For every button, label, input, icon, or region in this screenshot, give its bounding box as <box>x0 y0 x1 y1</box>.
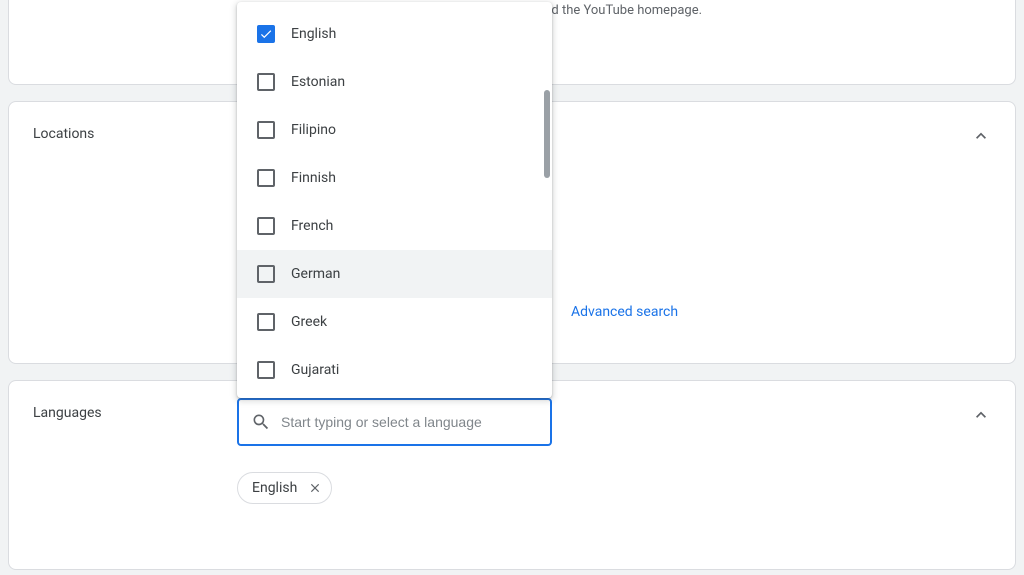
close-icon <box>308 481 322 495</box>
language-option[interactable]: English <box>237 10 552 58</box>
language-option-checkbox[interactable] <box>257 313 275 331</box>
language-option-checkbox[interactable] <box>257 169 275 187</box>
language-option-label: English <box>291 26 336 42</box>
language-option-label: German <box>291 266 340 282</box>
collapse-locations-button[interactable] <box>969 124 993 148</box>
language-option-label: Estonian <box>291 74 345 90</box>
language-option[interactable]: Gujarati <box>237 346 552 394</box>
language-option-list[interactable]: English Estonian Filipino Finnish French Germ… <box>237 2 552 398</box>
language-option[interactable]: Greek <box>237 298 552 346</box>
language-option[interactable]: Estonian <box>237 58 552 106</box>
chevron-up-icon <box>971 405 991 425</box>
language-option-label: French <box>291 218 333 234</box>
language-option-checkbox[interactable] <box>257 25 275 43</box>
language-option-checkbox[interactable] <box>257 217 275 235</box>
language-option[interactable]: French <box>237 202 552 250</box>
search-icon <box>251 412 271 432</box>
language-option[interactable]: Filipino <box>237 106 552 154</box>
language-search-field[interactable] <box>237 398 552 446</box>
language-option[interactable]: German <box>237 250 552 298</box>
selected-language-chip[interactable]: English <box>237 472 332 504</box>
language-search-input[interactable] <box>281 414 538 430</box>
scrollbar-thumb[interactable] <box>544 90 550 178</box>
advanced-search-link[interactable]: Advanced search <box>571 304 678 320</box>
language-option-label: Filipino <box>291 122 336 138</box>
language-option-checkbox[interactable] <box>257 265 275 283</box>
chip-label: English <box>252 480 297 496</box>
chevron-up-icon <box>971 126 991 146</box>
language-option-checkbox[interactable] <box>257 361 275 379</box>
collapse-languages-button[interactable] <box>969 403 993 427</box>
language-dropdown: English Estonian Filipino Finnish French Germ… <box>237 2 552 398</box>
language-option-checkbox[interactable] <box>257 121 275 139</box>
chip-remove-button[interactable] <box>305 478 325 498</box>
language-option-checkbox[interactable] <box>257 73 275 91</box>
language-option[interactable]: Finnish <box>237 154 552 202</box>
language-option-label: Gujarati <box>291 362 339 378</box>
language-option-label: Finnish <box>291 170 336 186</box>
language-option-label: Greek <box>291 314 327 330</box>
